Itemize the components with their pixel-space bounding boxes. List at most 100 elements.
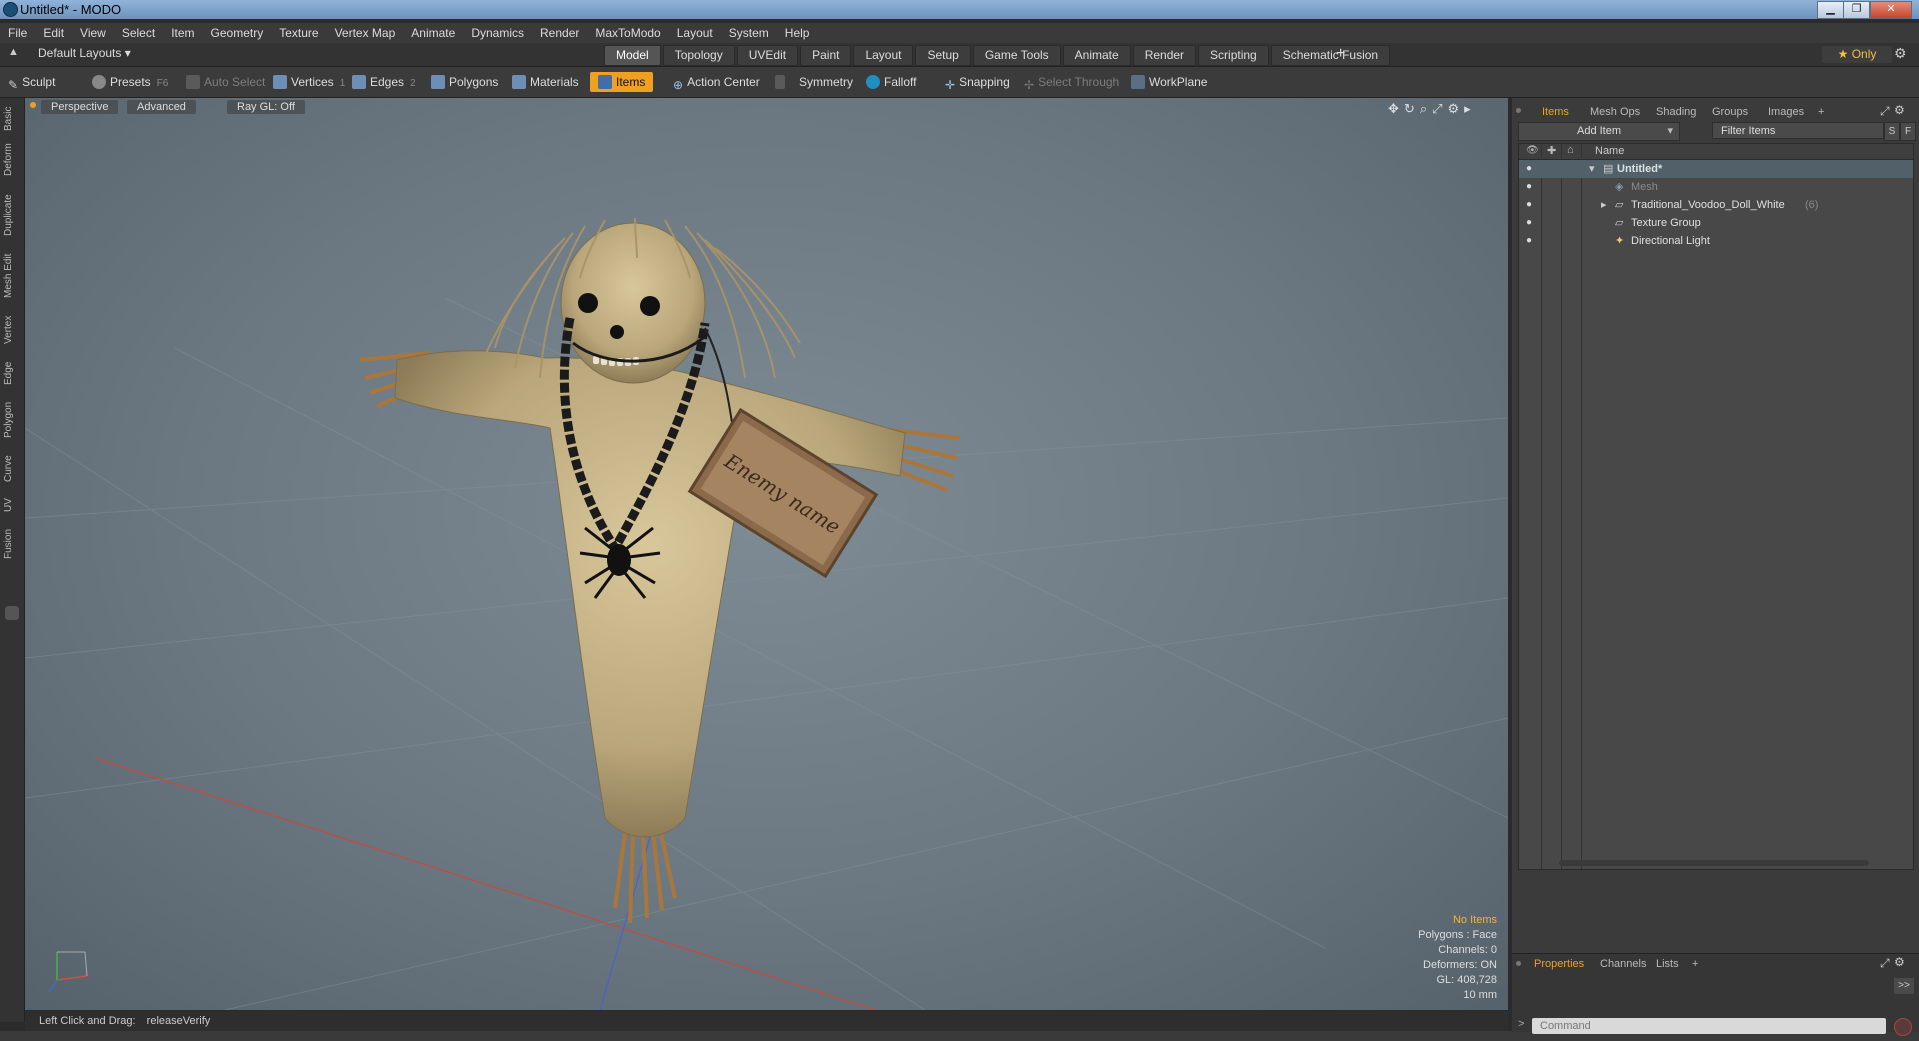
presets-button[interactable]: Presets F6 <box>92 72 168 92</box>
menu-dynamics[interactable]: Dynamics <box>463 23 532 43</box>
tab-scripting[interactable]: Scripting <box>1198 45 1269 66</box>
tab-paint[interactable]: Paint <box>800 45 852 66</box>
menu-help[interactable]: Help <box>777 23 818 43</box>
3d-viewport[interactable]: Perspective Advanced Ray GL: Off ✥↻⌕⤢⚙▸ <box>25 98 1508 1010</box>
vtab-uv[interactable]: UV <box>3 494 21 516</box>
select-through-button[interactable]: ✢ Select Through <box>1024 72 1119 92</box>
panel-tab-properties[interactable]: Properties <box>1526 956 1592 972</box>
panel-tab-images[interactable]: Images <box>1760 104 1812 120</box>
menu-texture[interactable]: Texture <box>271 23 326 43</box>
tree-row-untitled[interactable]: ● ▾ ▤ Untitled* <box>1519 160 1913 178</box>
panel-tab-shading[interactable]: Shading <box>1648 104 1704 120</box>
collapse-arrow-icon[interactable]: ▲ <box>8 46 19 58</box>
menu-maxtomodo[interactable]: MaxToModo <box>587 23 668 43</box>
toolbox-toggle[interactable] <box>5 606 19 620</box>
menu-layout[interactable]: Layout <box>669 23 721 43</box>
tab-animate[interactable]: Animate <box>1062 45 1131 66</box>
vtab-deform[interactable]: Deform <box>3 140 21 180</box>
tab-uvedit[interactable]: UVEdit <box>736 45 799 66</box>
tab-model[interactable]: Model <box>604 45 661 66</box>
tree-row-voodoo-doll[interactable]: ● ▸ ▱ Traditional_Voodoo_Doll_White (6) <box>1519 196 1913 214</box>
menu-file[interactable]: File <box>0 23 35 43</box>
tab-game-tools[interactable]: Game Tools <box>972 45 1061 66</box>
vertices-button[interactable]: Vertices 1 <box>273 72 345 92</box>
menu-system[interactable]: System <box>721 23 777 43</box>
tab-setup[interactable]: Setup <box>915 45 971 66</box>
menu-animate[interactable]: Animate <box>403 23 463 43</box>
minimize-button[interactable]: ▁ <box>1817 1 1844 19</box>
symmetry-button[interactable]: Symmetry <box>775 72 853 92</box>
tab-topology[interactable]: Topology <box>662 45 735 66</box>
s-button[interactable]: S <box>1884 122 1900 141</box>
auto-select-button[interactable]: Auto Select <box>186 72 265 92</box>
vtab-duplicate[interactable]: Duplicate <box>3 190 21 240</box>
falloff-button[interactable]: Falloff <box>866 72 916 92</box>
filter-items-input[interactable]: Filter Items <box>1712 122 1884 139</box>
f-button[interactable]: F <box>1900 122 1916 141</box>
expand-button[interactable]: >> <box>1894 978 1914 994</box>
tree-row-mesh[interactable]: ● ◈ Mesh <box>1519 178 1913 196</box>
menu-geometry[interactable]: Geometry <box>203 23 272 43</box>
materials-button[interactable]: Materials <box>512 72 579 92</box>
tab-layout[interactable]: Layout <box>853 45 914 66</box>
menu-view[interactable]: View <box>72 23 114 43</box>
eye-icon[interactable]: ● <box>1526 181 1538 193</box>
panel-tab-channels[interactable]: Channels <box>1592 956 1654 972</box>
add-tab-button[interactable]: + <box>1336 45 1345 63</box>
visibility-col-icon[interactable]: 👁 <box>1526 145 1539 156</box>
items-button[interactable]: Items <box>590 72 654 92</box>
eye-icon[interactable]: ● <box>1526 235 1538 247</box>
vtab-fusion[interactable]: Fusion <box>3 526 21 562</box>
panel-tab-groups[interactable]: Groups <box>1704 104 1756 120</box>
expand-arrow-icon[interactable]: ▸ <box>1601 196 1607 214</box>
record-icon[interactable] <box>1894 1018 1912 1036</box>
edges-button[interactable]: Edges 2 <box>352 72 416 92</box>
panel-dot-icon[interactable] <box>1516 108 1521 113</box>
expand-arrow-icon[interactable]: ▾ <box>1589 160 1595 178</box>
menu-select[interactable]: Select <box>114 23 163 43</box>
sculpt-button[interactable]: ✎ Sculpt <box>8 72 55 92</box>
lock-col-icon[interactable]: ✚ <box>1547 144 1556 157</box>
name-column-header[interactable]: Name <box>1595 145 1624 157</box>
tab-render[interactable]: Render <box>1132 45 1197 66</box>
vtab-curve[interactable]: Curve <box>3 452 21 486</box>
action-center-button[interactable]: ⊕ Action Center <box>673 72 760 92</box>
command-input[interactable]: Command <box>1532 1018 1886 1034</box>
workplane-button[interactable]: WorkPlane <box>1131 72 1207 92</box>
eye-icon[interactable]: ● <box>1526 199 1538 211</box>
snapping-button[interactable]: ✛ Snapping <box>945 72 1010 92</box>
vtab-mesh-edit[interactable]: Mesh Edit <box>3 250 21 302</box>
panel-dot-icon[interactable] <box>1516 961 1521 966</box>
maximize-button[interactable]: ❐ <box>1843 1 1870 19</box>
panel-tab-items[interactable]: Items <box>1534 104 1577 120</box>
eye-icon[interactable]: ● <box>1526 217 1538 229</box>
vtab-edge[interactable]: Edge <box>3 358 21 388</box>
gear-icon[interactable]: ⚙ <box>1894 45 1907 62</box>
menu-vertex-map[interactable]: Vertex Map <box>327 23 404 43</box>
polygons-button[interactable]: Polygons <box>431 72 498 92</box>
panel-expand-icon[interactable]: ⤢ <box>1880 104 1890 119</box>
panel-expand-icon[interactable]: ⤢ <box>1880 956 1890 971</box>
add-item-dropdown[interactable]: Add Item ▾ <box>1518 122 1680 141</box>
menu-item[interactable]: Item <box>163 23 202 43</box>
vtab-basic[interactable]: Basic <box>3 104 21 134</box>
panel-gear-icon[interactable]: ⚙ <box>1894 103 1905 117</box>
panel-gear-icon[interactable]: ⚙ <box>1894 955 1905 969</box>
tree-row-texture-group[interactable]: ● ▱ Texture Group <box>1519 214 1913 232</box>
tree-row-directional-light[interactable]: ● ✦ Directional Light <box>1519 232 1913 250</box>
eye-icon[interactable]: ● <box>1526 163 1538 175</box>
panel-tab-add-lower[interactable]: + <box>1684 956 1706 972</box>
vtab-vertex[interactable]: Vertex <box>3 312 21 348</box>
menu-render[interactable]: Render <box>532 23 587 43</box>
menu-edit[interactable]: Edit <box>35 23 72 43</box>
tab-schematic-fusion[interactable]: Schematic Fusion <box>1270 45 1391 66</box>
panel-tab-lists[interactable]: Lists <box>1648 956 1687 972</box>
only-toggle[interactable]: ★ Only <box>1822 46 1892 63</box>
tree-horizontal-scrollbar[interactable] <box>1559 860 1869 866</box>
render-col-icon[interactable]: ⌂ <box>1567 144 1574 156</box>
vtab-polygon[interactable]: Polygon <box>3 398 21 442</box>
panel-tab-mesh-ops[interactable]: Mesh Ops <box>1582 104 1648 120</box>
layout-selector[interactable]: Default Layouts ▾ <box>38 46 131 60</box>
close-button[interactable]: ✕ <box>1870 1 1912 19</box>
panel-tab-add[interactable]: + <box>1810 104 1832 120</box>
